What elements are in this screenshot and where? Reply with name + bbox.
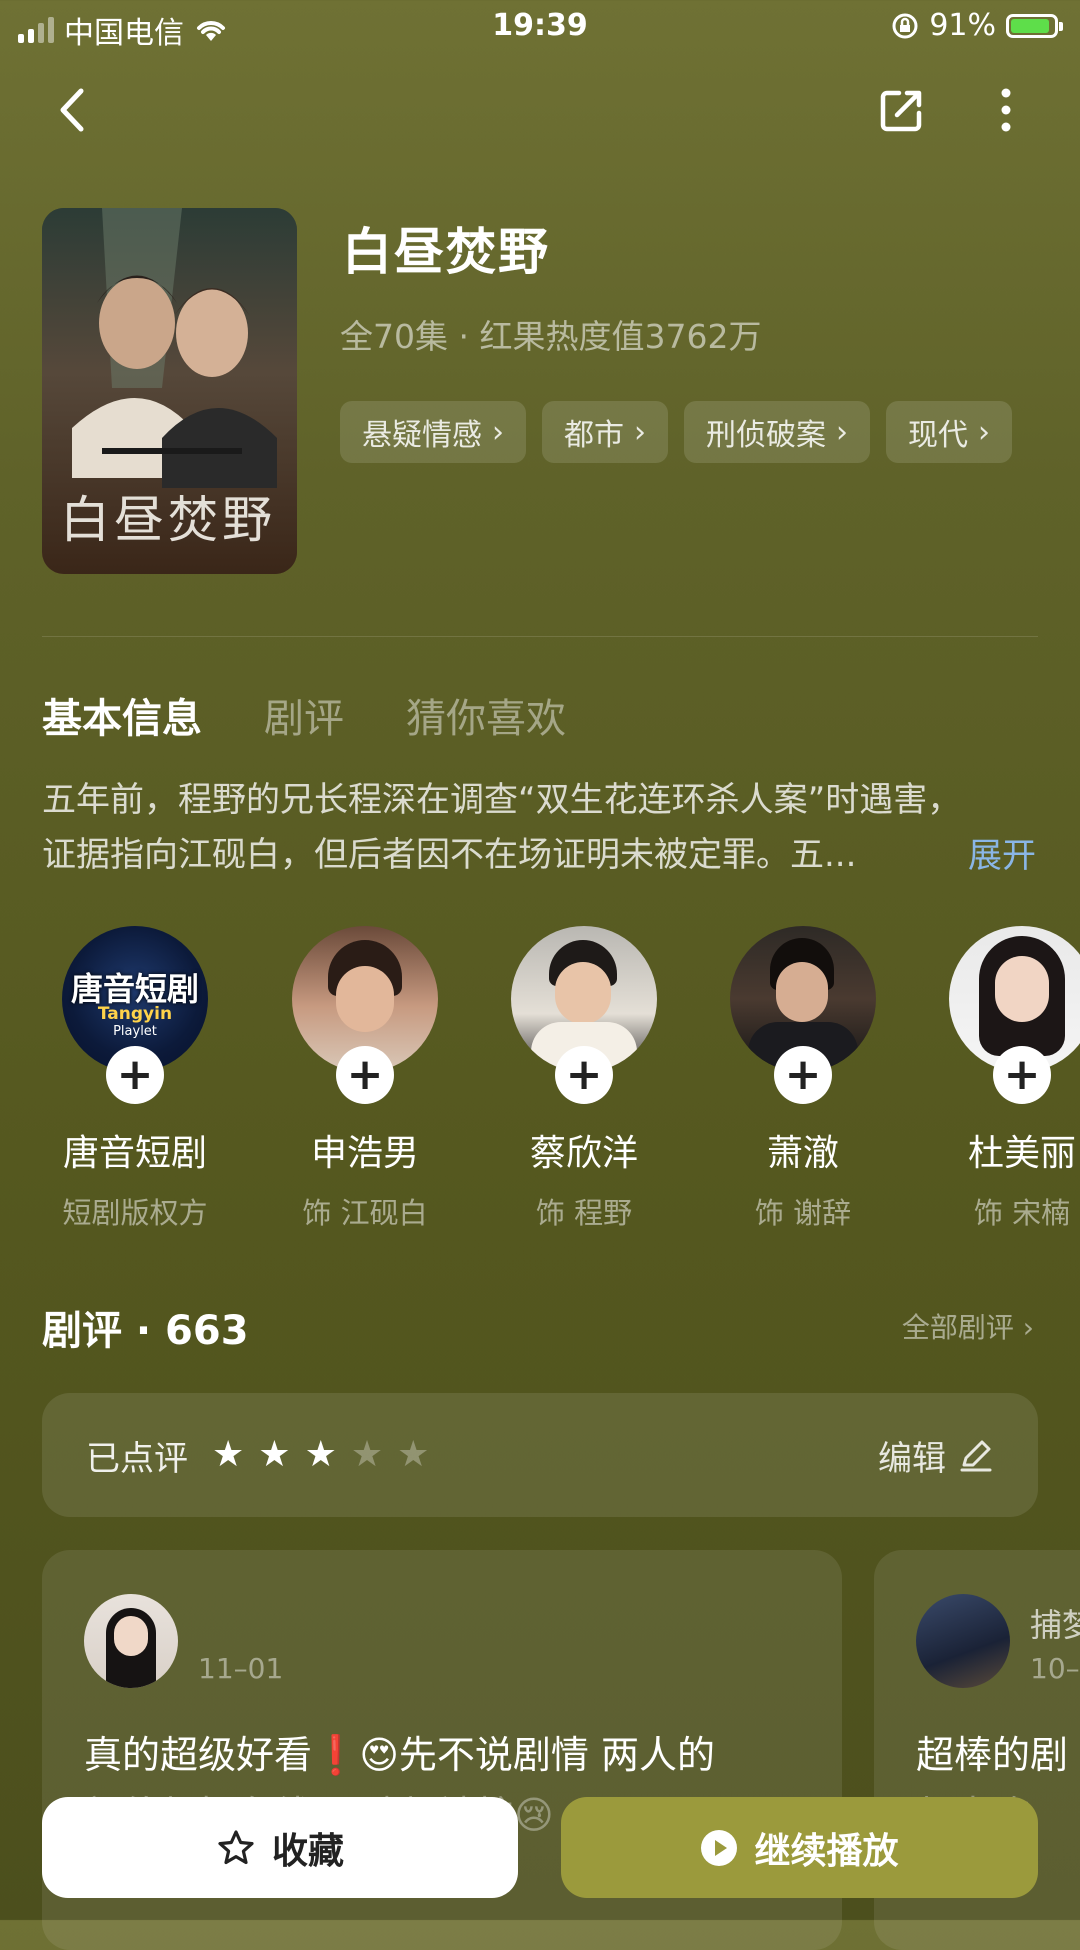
chevron-right-icon: › (1022, 1311, 1034, 1344)
follow-button[interactable]: + (336, 1046, 394, 1104)
synopsis-line: 五年前，程野的兄长程深在调查“双生花连环杀人案”时遇害， (42, 780, 962, 820)
review-text: 真的超级好看❗😍先不说剧情 两人的 (84, 1733, 716, 1777)
all-reviews-link[interactable]: 全部剧评 › (902, 1306, 1034, 1346)
tag-list: 悬疑情感 › 都市 › 刑侦破案 › 现代 › (340, 401, 1012, 463)
rotation-lock-icon (892, 13, 918, 38)
synopsis-line: 证据指向江砚白，但后者因不在场证明未被定罪。五... (42, 835, 857, 875)
cast-name: 申浩男 (310, 1133, 419, 1174)
star-icon[interactable]: ★ (258, 1437, 290, 1473)
cast-name: 杜美丽 (967, 1133, 1076, 1174)
cast-item[interactable]: + 蔡欣洋 饰 程野 (484, 926, 684, 1232)
drama-poster[interactable]: 白昼焚野 (42, 208, 297, 574)
star-outline-icon (218, 1829, 254, 1864)
continue-play-button[interactable]: 继续播放 (561, 1797, 1038, 1898)
poster-title: 白昼焚野 (60, 491, 276, 549)
share-icon (880, 90, 922, 132)
reviewer-avatar (84, 1594, 178, 1688)
back-button[interactable] (42, 80, 102, 140)
synopsis: 五年前，程野的兄长程深在调查“双生花连环杀人案”时遇害， 证据指向江砚白，但后者… (42, 773, 1042, 883)
star-icon[interactable]: ★ (397, 1437, 429, 1473)
drama-title: 白昼焚野 (342, 223, 550, 281)
tag-chip[interactable]: 悬疑情感 › (340, 401, 526, 463)
star-icon[interactable]: ★ (212, 1437, 244, 1473)
review-text: 超棒的剧 (916, 1733, 1069, 1777)
follow-button[interactable]: + (774, 1046, 832, 1104)
cast-name: 唐音短剧 (62, 1133, 207, 1174)
more-vertical-icon (1001, 88, 1011, 132)
cast-name: 蔡欣洋 (529, 1133, 638, 1174)
reviews-title: 剧评 · 663 (42, 1308, 249, 1354)
cast-role: 饰 谢辞 (754, 1196, 852, 1230)
cast-item[interactable]: + 申浩男 饰 江砚白 (265, 926, 465, 1232)
cast-role: 饰 宋楠 (973, 1196, 1071, 1230)
follow-button[interactable]: + (555, 1046, 613, 1104)
favorite-button[interactable]: 收藏 (42, 1797, 518, 1898)
drama-subtitle: 全70集 · 红果热度值3762万 (340, 317, 762, 356)
more-button[interactable] (976, 80, 1036, 140)
star-rating[interactable]: ★ ★ ★ ★ ★ (212, 1437, 429, 1473)
chevron-left-icon (60, 88, 84, 132)
follow-button[interactable]: + (106, 1046, 164, 1104)
tag-chip[interactable]: 现代 › (886, 401, 1012, 463)
battery-percent: 91% (929, 8, 996, 43)
reviewer-name: 捕梦 (1030, 1606, 1080, 1644)
edit-review-button[interactable]: 编辑 (878, 1431, 994, 1480)
pencil-icon (960, 1440, 992, 1472)
tab-reviews[interactable]: 剧评 (264, 686, 344, 744)
play-icon (701, 1829, 738, 1866)
share-button[interactable] (872, 80, 932, 140)
star-icon[interactable]: ★ (351, 1437, 383, 1473)
chevron-right-icon: › (836, 414, 848, 450)
tab-basic-info[interactable]: 基本信息 (42, 686, 202, 744)
cast-role: 短剧版权方 (62, 1196, 208, 1230)
status-right: 91% (891, 8, 1063, 43)
star-icon[interactable]: ★ (305, 1437, 337, 1473)
tab-bar: 基本信息 剧评 猜你喜欢 (42, 686, 566, 744)
divider (42, 636, 1038, 637)
battery-icon (1006, 13, 1063, 38)
follow-button[interactable]: + (993, 1046, 1051, 1104)
cast-item[interactable]: + 萧澈 饰 谢辞 (703, 926, 903, 1232)
rated-label: 已点评 (86, 1438, 188, 1479)
logo-sub2: Playlet (113, 1024, 157, 1039)
chevron-right-icon: › (492, 414, 504, 450)
cast-item[interactable]: + 杜美丽 饰 宋楠 (922, 926, 1080, 1232)
review-date: 11–01 (198, 1652, 284, 1685)
tag-chip[interactable]: 刑侦破案 › (684, 401, 870, 463)
chevron-right-icon: › (978, 414, 990, 450)
cast-name: 萧澈 (766, 1133, 839, 1174)
reviewer-avatar (916, 1594, 1010, 1688)
cast-role: 饰 江砚白 (302, 1196, 428, 1230)
expand-link[interactable]: 展开 (968, 828, 1036, 877)
chevron-right-icon: › (634, 414, 646, 450)
review-date: 10– (1030, 1652, 1080, 1685)
tag-chip[interactable]: 都市 › (542, 401, 668, 463)
logo-sub: Tangyin (97, 1004, 173, 1024)
cast-role: 饰 程野 (535, 1196, 633, 1230)
cast-item[interactable]: 唐音短剧 Tangyin Playlet + 唐音短剧 短剧版权方 (35, 926, 235, 1232)
tab-recommend[interactable]: 猜你喜欢 (406, 686, 566, 744)
my-rating-bar: 已点评 ★ ★ ★ ★ ★ 编辑 (42, 1393, 1038, 1517)
status-bar: 中国电信 19:39 91% (0, 0, 1080, 54)
